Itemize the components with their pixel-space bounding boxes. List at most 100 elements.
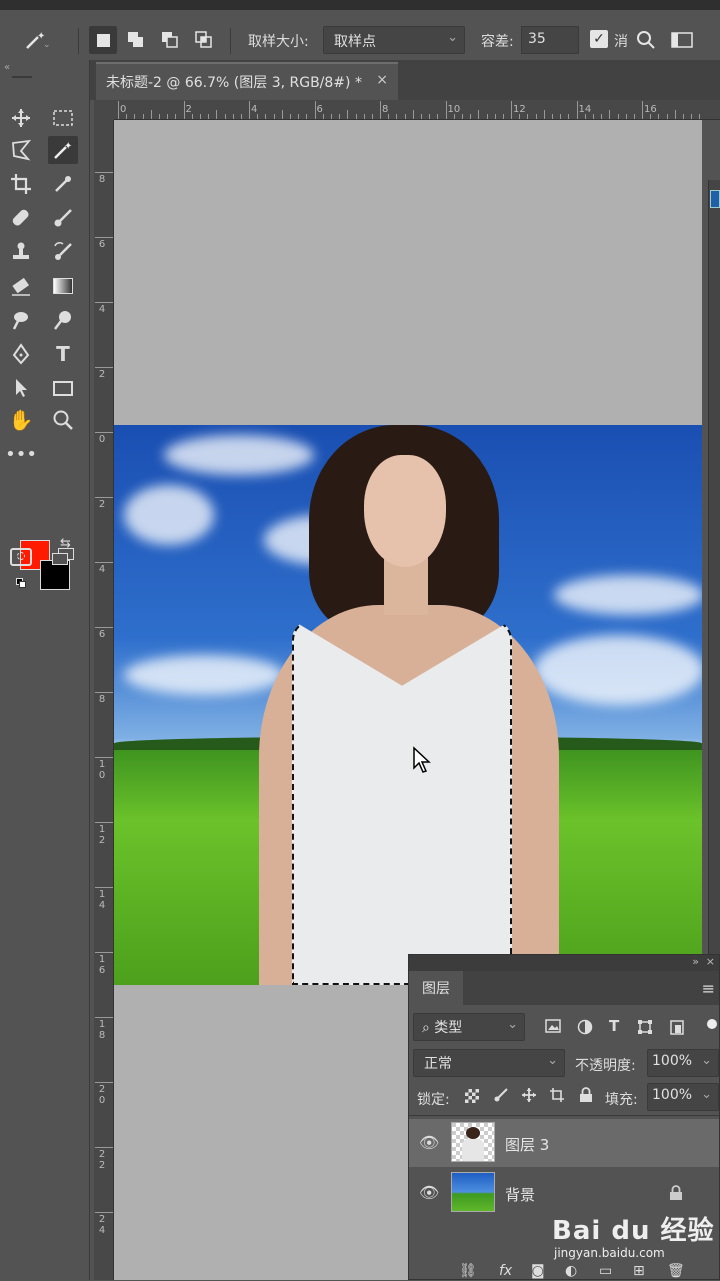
search-icon: ⌕: [422, 1020, 435, 1036]
marquee-tool[interactable]: [48, 104, 78, 132]
lock-transparent-icon[interactable]: [465, 1089, 479, 1103]
eraser-tool[interactable]: [6, 272, 36, 300]
add-selection-button[interactable]: [122, 26, 150, 54]
lock-position-icon[interactable]: [521, 1087, 537, 1107]
brush-tool[interactable]: [48, 204, 78, 232]
magic-wand-tool[interactable]: ✦: [48, 136, 78, 164]
lock-pixels-icon[interactable]: [493, 1087, 509, 1107]
photo-layer[interactable]: [114, 425, 702, 985]
ruler-minor-tick: [216, 110, 218, 119]
fill-input[interactable]: 100% ⌄: [647, 1083, 719, 1111]
new-selection-icon: [96, 33, 110, 47]
rectangle-tool[interactable]: [48, 374, 78, 402]
blend-mode-select[interactable]: 正常 ⌄: [413, 1049, 565, 1077]
refine-search-icon[interactable]: [636, 30, 656, 54]
lock-artboard-icon[interactable]: [549, 1087, 565, 1107]
new-selection-button[interactable]: [89, 26, 117, 54]
brush-icon: [54, 209, 72, 227]
intersect-selection-button[interactable]: [190, 26, 218, 54]
ruler-minor-tick: [502, 114, 504, 119]
ruler-origin[interactable]: [94, 100, 114, 120]
crop-icon: [11, 174, 31, 194]
magic-wand-tool-preset[interactable]: ✦ ⌄: [22, 26, 50, 54]
filter-shape-icon[interactable]: [637, 1019, 653, 1039]
pen-tool[interactable]: [6, 340, 36, 368]
lasso-tool[interactable]: [6, 136, 36, 164]
ruler-minor-tick: [453, 114, 455, 119]
pen-icon: [12, 343, 30, 365]
zoom-tool[interactable]: [48, 406, 78, 434]
layer-thumbnail: [451, 1122, 495, 1162]
panel-tab-icon[interactable]: [710, 190, 720, 208]
ruler-minor-tick: [691, 114, 693, 119]
ruler-minor-tick: [658, 114, 660, 119]
screen-mode-icon[interactable]: [52, 548, 74, 566]
opacity-label: 不透明度:: [575, 1058, 636, 1074]
layer-row-layer3[interactable]: 👁 图层 3: [409, 1119, 719, 1167]
hand-tool[interactable]: ✋: [6, 406, 36, 434]
sample-size-select[interactable]: 取样点 ⌄: [323, 26, 465, 54]
eyedropper-icon: [55, 176, 71, 192]
subject-face: [364, 455, 446, 567]
ruler-minor-tick: [396, 114, 398, 119]
rectangle-icon: [53, 380, 73, 396]
ruler-minor-tick: [666, 114, 668, 119]
type-tool[interactable]: T: [48, 340, 78, 368]
default-colors-icon[interactable]: [16, 578, 26, 588]
collapse-panel-icon[interactable]: »: [692, 955, 699, 968]
tolerance-input[interactable]: 35: [521, 26, 579, 54]
document-tab[interactable]: 未标题-2 @ 66.7% (图层 3, RGB/8#) * ×: [96, 62, 398, 100]
ruler-tick: [511, 101, 512, 119]
ruler-minor-tick: [281, 110, 283, 119]
ruler-tick: [95, 1082, 113, 1083]
quick-mask-icon[interactable]: [10, 548, 32, 566]
ruler-tick: [642, 101, 643, 119]
filter-pixel-icon[interactable]: [545, 1019, 561, 1037]
close-panel-icon[interactable]: ×: [706, 955, 715, 968]
eyedropper-tool[interactable]: [48, 170, 78, 198]
healing-brush-tool[interactable]: [6, 204, 36, 232]
tab-layers[interactable]: 图层: [409, 971, 463, 1005]
filter-adjustment-icon[interactable]: [577, 1019, 593, 1039]
filter-toggle-icon[interactable]: [707, 1019, 717, 1029]
ruler-tick: [576, 101, 578, 119]
ruler-minor-tick: [609, 110, 611, 119]
horizontal-ruler[interactable]: 0 2 4 6 8 10 12 14 16: [114, 100, 720, 120]
fill-value: 100%: [652, 1087, 693, 1103]
panel-menu-icon[interactable]: ≡: [702, 979, 715, 998]
tab-layers-label: 图层: [422, 981, 450, 997]
link-layers-icon[interactable]: ⛓: [459, 1263, 477, 1279]
smudge-tool[interactable]: [6, 306, 36, 334]
ruler-label: 2: [98, 499, 106, 510]
subtract-selection-button[interactable]: [156, 26, 184, 54]
panel-toggle-icon[interactable]: [670, 30, 694, 54]
eye-icon[interactable]: 👁: [419, 1183, 439, 1202]
add-mask-icon[interactable]: ◙: [531, 1263, 545, 1279]
move-tool[interactable]: [6, 104, 36, 132]
eye-icon[interactable]: 👁: [419, 1133, 439, 1152]
lock-all-icon[interactable]: [579, 1087, 593, 1107]
ruler-minor-tick: [461, 114, 463, 119]
filter-smart-object-icon[interactable]: [669, 1019, 685, 1039]
dodge-tool[interactable]: [48, 306, 78, 334]
antialias-checkbox[interactable]: ✓: [590, 30, 608, 48]
gradient-tool[interactable]: [48, 272, 78, 300]
collapse-arrows-icon[interactable]: «: [4, 62, 10, 73]
opacity-input[interactable]: 100% ⌄: [647, 1049, 719, 1077]
filter-type-icon[interactable]: T: [609, 1017, 619, 1035]
ruler-minor-tick: [224, 114, 226, 119]
path-selection-tool[interactable]: [6, 374, 36, 402]
history-brush-tool[interactable]: [48, 238, 78, 266]
ruler-minor-tick: [167, 114, 169, 119]
svg-text:✦: ✦: [64, 141, 72, 152]
close-tab-icon[interactable]: ×: [376, 72, 388, 88]
crop-tool[interactable]: [6, 170, 36, 198]
tolerance-value: 35: [528, 31, 546, 47]
vertical-ruler[interactable]: 8 6 4 2 0 2 4 6 8 1 0 1 2 1 4 1 6 1 8 2 0 2 2 2 4: [94, 120, 114, 1280]
clone-stamp-tool[interactable]: [6, 238, 36, 266]
ruler-minor-tick: [429, 114, 431, 119]
sample-size-value: 取样点: [334, 34, 376, 50]
layer-style-icon[interactable]: fx: [499, 1263, 512, 1279]
layer-filter-select[interactable]: ⌕ 类型 ⌄: [413, 1013, 525, 1041]
more-tools-button[interactable]: •••: [5, 440, 37, 468]
